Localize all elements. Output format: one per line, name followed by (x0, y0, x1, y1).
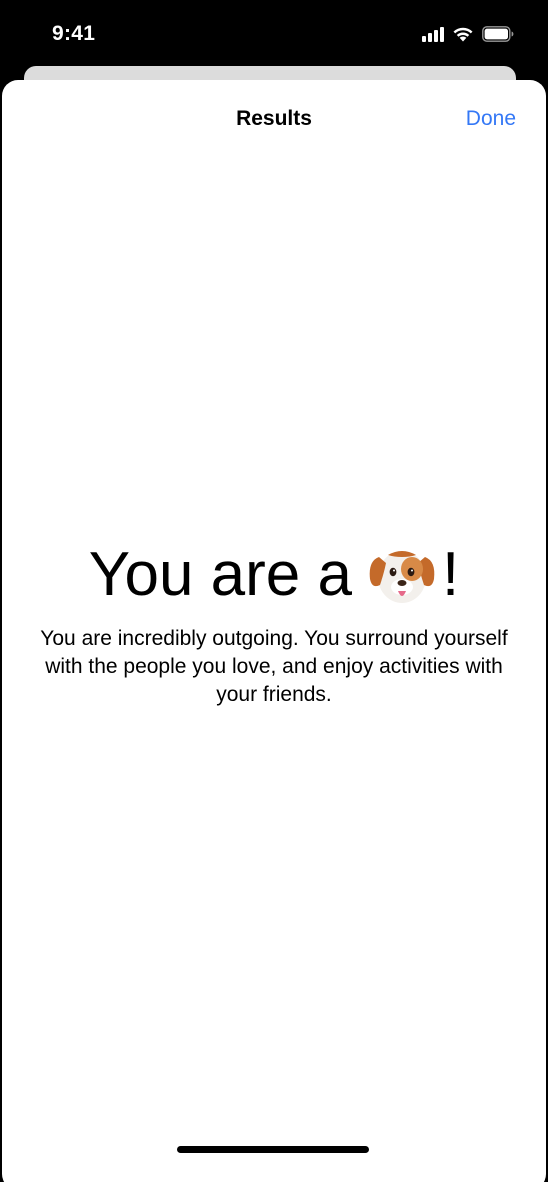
headline-text: You are a (88, 540, 352, 609)
page-title: Results (236, 107, 312, 130)
signal-icon (422, 26, 444, 42)
nav-bar: Results Done (2, 80, 546, 158)
status-time: 9:41 (52, 22, 96, 45)
results-sheet: Results Done You are a ! You are incredi… (2, 80, 546, 1182)
wifi-icon (452, 26, 474, 42)
result-headline: You are a ! (2, 535, 546, 615)
headline-exclamation: ! (441, 540, 460, 609)
battery-icon (482, 26, 514, 42)
status-icons (422, 26, 514, 42)
done-button[interactable]: Done (466, 107, 516, 131)
screen: 9:41 Results Done You are a ! You are in… (0, 0, 548, 1182)
result-description: You are incredibly outgoing. You surroun… (40, 627, 508, 706)
home-indicator[interactable] (177, 1146, 369, 1153)
result-block: You are a ! You are incredibly outgoing.… (2, 535, 546, 709)
dog-face-icon (366, 539, 438, 611)
status-bar: 9:41 (0, 0, 548, 70)
